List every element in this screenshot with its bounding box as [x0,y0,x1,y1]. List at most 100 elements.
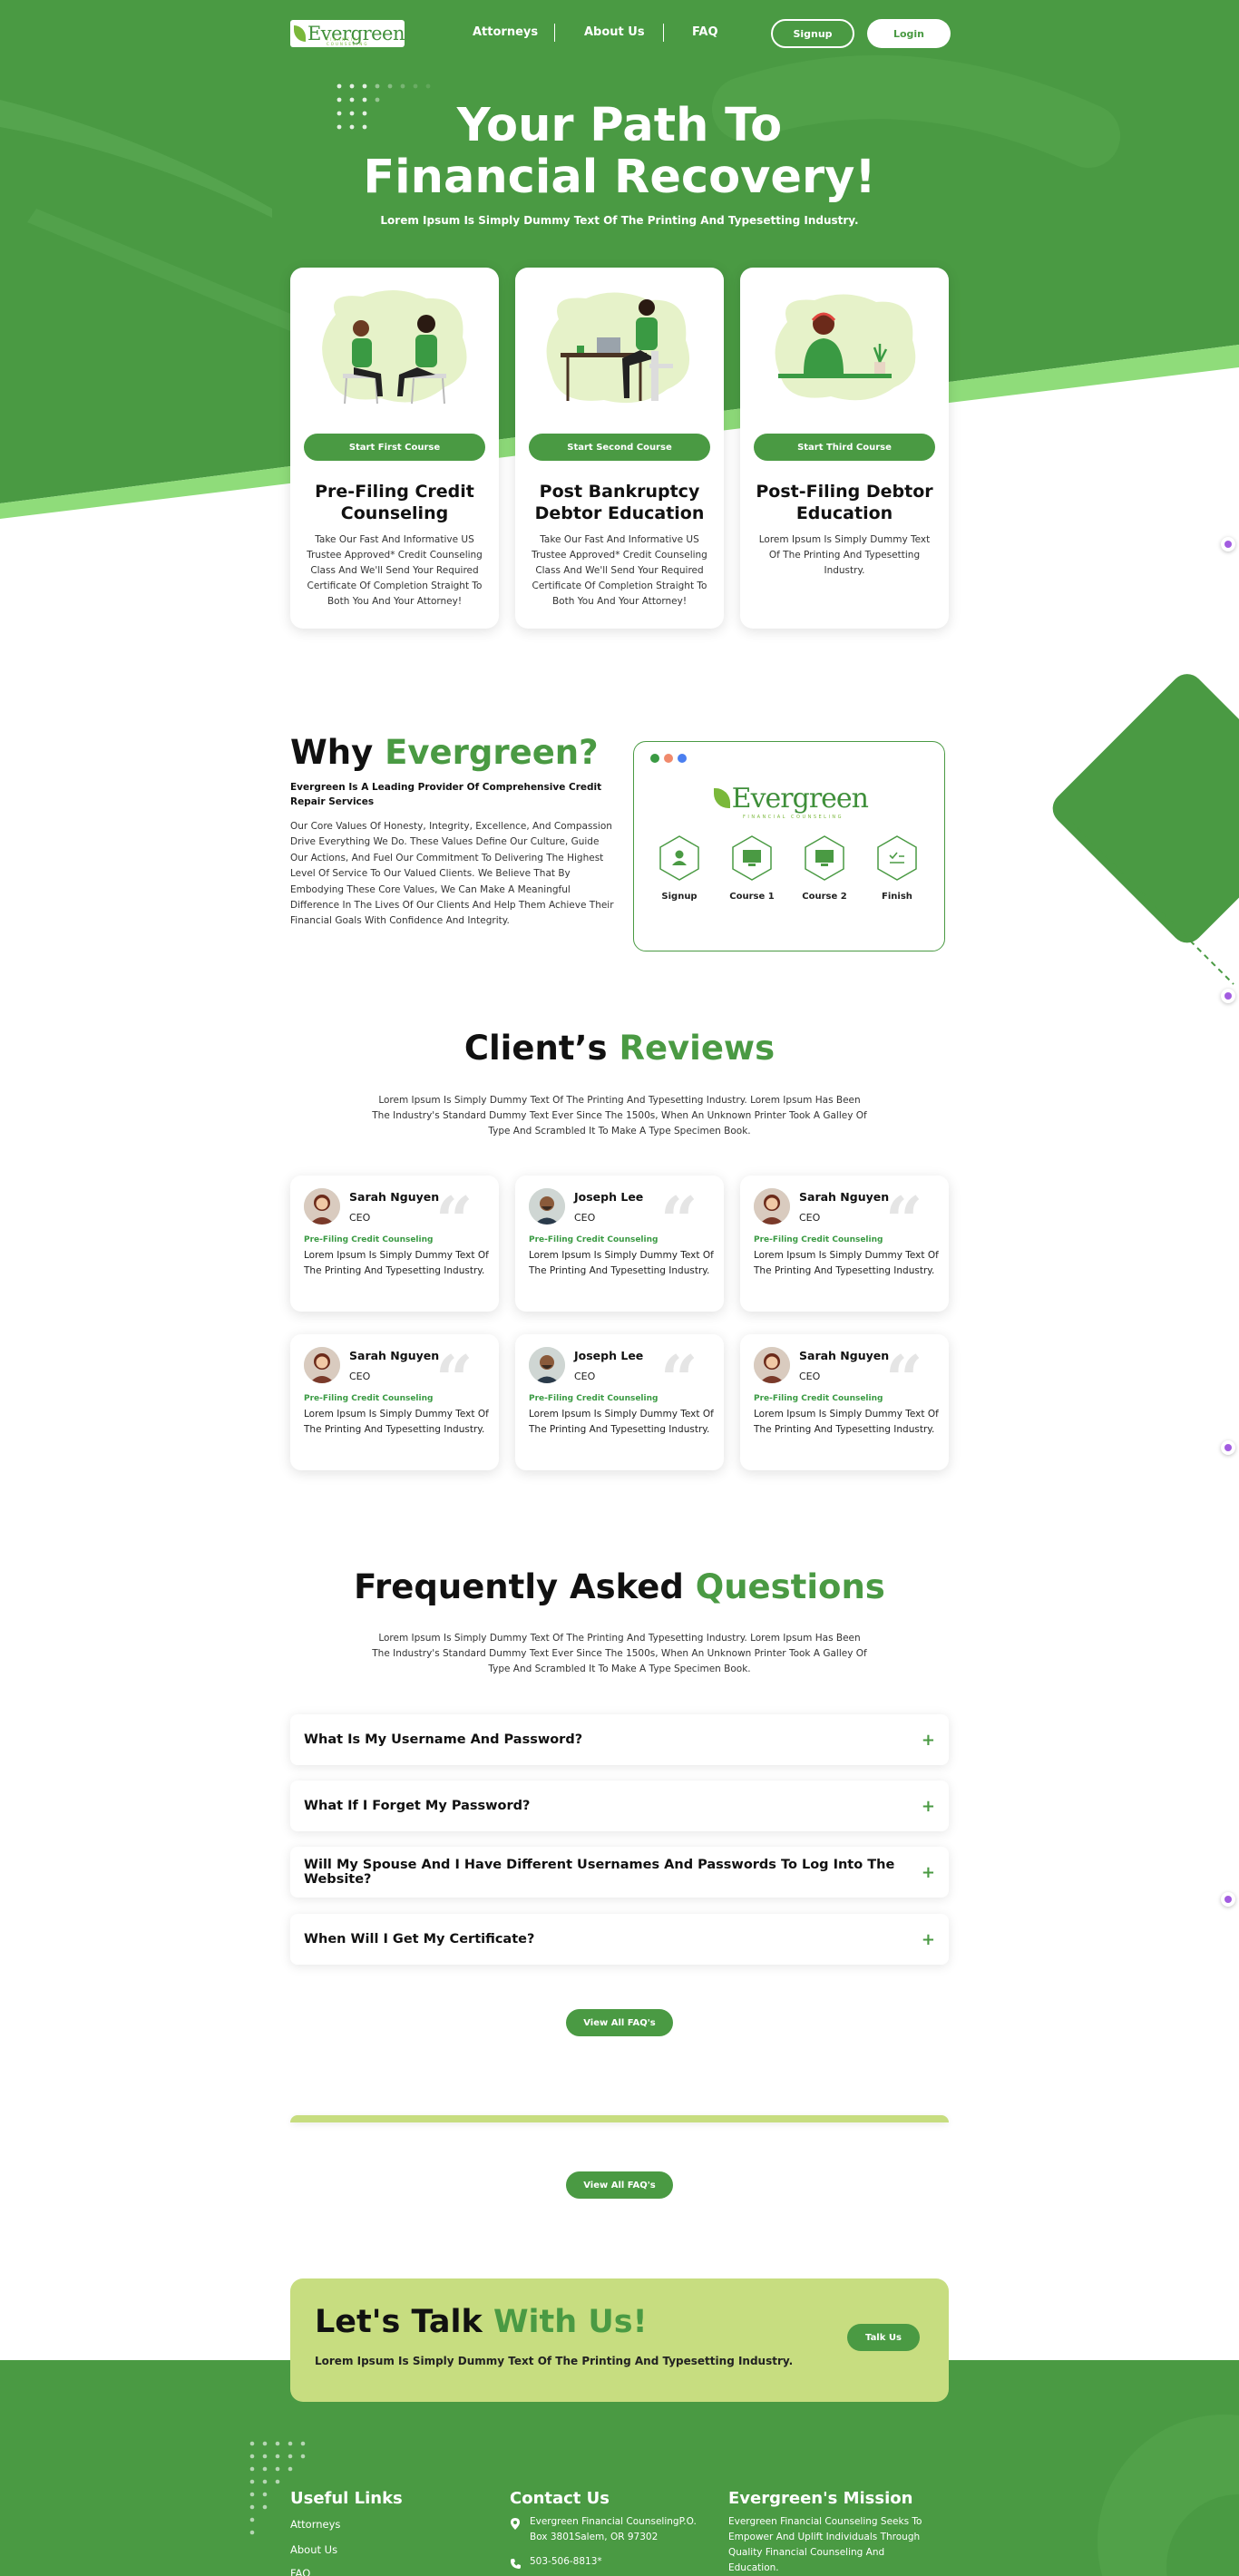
footer-link-attorneys[interactable]: Attorneys [290,2518,340,2531]
review-course-tag: Pre-Filing Credit Counseling [754,1235,883,1244]
online-learning-illustration-icon [775,294,916,401]
mission-heading: Evergreen's Mission [728,2489,913,2508]
lets-talk-title: Let's Talk With Us! [315,2304,648,2340]
faq-item[interactable]: Will My Spouse And I Have Different User… [290,1847,949,1898]
plus-icon[interactable]: + [922,1797,935,1816]
review-card: Joseph Lee CEO “ Pre-Filing Credit Couns… [515,1334,724,1470]
monitor-icon [732,835,772,881]
footer-link-about-us[interactable]: About Us [290,2543,337,2556]
quote-icon: “ [660,1341,698,1418]
quote-icon: “ [435,1182,473,1259]
faq-item[interactable]: What Is My Username And Password? + [290,1714,949,1765]
avatar [304,1347,340,1383]
avatar [529,1188,565,1225]
start-third-course-button[interactable]: Start Third Course [754,434,935,461]
review-card: Sarah Nguyen CEO “ Pre-Filing Credit Cou… [740,1334,949,1470]
leaf-icon [714,788,730,808]
checklist-icon [877,835,917,881]
faq-title: Frequently Asked Questions [354,1567,885,1606]
footer-link-faq[interactable]: FAQ [290,2567,310,2576]
floating-widget-icon[interactable] [1221,537,1235,551]
faq-question: What Is My Username And Password? [304,1732,583,1747]
review-course-tag: Pre-Filing Credit Counseling [304,1394,434,1403]
nav-divider [554,24,555,42]
useful-links-heading: Useful Links [290,2489,403,2508]
desk-work-illustration-icon [546,292,690,404]
logo-subtext: FINANCIAL COUNSELING [327,37,369,46]
avatar [304,1188,340,1225]
step-course-1: Course 1 [720,835,784,902]
plus-icon[interactable]: + [922,1863,935,1882]
review-card: Sarah Nguyen CEO “ Pre-Filing Credit Cou… [290,1334,499,1470]
review-card: Sarah Nguyen CEO “ Pre-Filing Credit Cou… [290,1176,499,1312]
faq-question: Will My Spouse And I Have Different User… [304,1858,895,1887]
quote-icon: “ [435,1341,473,1418]
leaf-icon [294,25,306,42]
view-all-faqs-button[interactable]: View All FAQ's [566,2009,673,2036]
course-card-first: Start First Course Pre-Filing Credit Cou… [290,268,499,629]
reviews-title: Client’s Reviews [463,1029,776,1068]
why-evergreen-title: Why Evergreen? [290,733,599,772]
window-dot-green [650,754,659,763]
review-text: Lorem Ipsum Is Simply Dummy Text Of The … [529,1250,714,1276]
evergreen-logo: Evergreen FINANCIAL COUNSELING [714,780,869,820]
nav-logo[interactable]: Evergreen FINANCIAL COUNSELING [290,20,405,47]
evergreen-steps-window: Evergreen FINANCIAL COUNSELING Signup Co… [633,741,945,951]
contact-phone[interactable]: 503-506-8813* [530,2554,602,2570]
collapsed-banner-strip [290,2115,949,2122]
faq-item[interactable]: What If I Forget My Password? + [290,1781,949,1831]
course-description: Take Our Fast And Informative US Trustee… [532,534,707,607]
contact-us-heading: Contact Us [510,2489,610,2508]
nav-link-faq[interactable]: FAQ [692,25,718,39]
review-course-tag: Pre-Filing Credit Counseling [529,1394,659,1403]
review-text: Lorem Ipsum Is Simply Dummy Text Of The … [754,1409,939,1435]
faq-description: Lorem Ipsum Is Simply Dummy Text Of The … [372,1633,867,1674]
faq-item[interactable]: When Will I Get My Certificate? + [290,1914,949,1965]
why-evergreen-body: Our Core Values Of Honesty, Integrity, E… [290,821,614,927]
course-title: Post-Filing Debtor Education [756,482,933,523]
course-description: Lorem Ipsum Is Simply Dummy Text Of The … [758,534,931,576]
review-course-tag: Pre-Filing Credit Counseling [529,1235,659,1244]
floating-widget-icon[interactable] [1221,1892,1235,1907]
review-text: Lorem Ipsum Is Simply Dummy Text Of The … [754,1250,939,1276]
talk-us-button[interactable]: Talk Us [847,2324,920,2351]
start-second-course-button[interactable]: Start Second Course [529,434,710,461]
nav-link-attorneys[interactable]: Attorneys [473,25,538,39]
start-first-course-button[interactable]: Start First Course [304,434,485,461]
course-card-second: Start Second Course Post Bankruptcy Debt… [515,268,724,629]
window-dot-orange [664,754,673,763]
course-description: Take Our Fast And Informative US Trustee… [307,534,483,607]
hero-title: Your Path To Financial Recovery! [363,99,876,204]
contact-address: Evergreen Financial CounselingP.O. Box 3… [530,2516,697,2542]
faq-question: When Will I Get My Certificate? [304,1932,535,1947]
decorative-diamond-shape [1052,674,1239,985]
avatar [754,1347,790,1383]
step-finish: Finish [865,835,929,902]
floating-widget-icon[interactable] [1221,989,1235,1003]
quote-icon: “ [660,1182,698,1259]
step-course-2: Course 2 [793,835,856,902]
hero-subtitle: Lorem Ipsum Is Simply Dummy Text Of The … [380,214,859,227]
review-text: Lorem Ipsum Is Simply Dummy Text Of The … [304,1250,489,1276]
plus-icon[interactable]: + [922,1930,935,1949]
why-evergreen-subtitle: Evergreen Is A Leading Provider Of Compr… [290,782,602,807]
review-course-tag: Pre-Filing Credit Counseling [304,1235,434,1244]
user-icon [659,835,699,881]
review-card: Joseph Lee CEO “ Pre-Filing Credit Couns… [515,1176,724,1312]
reviews-description: Lorem Ipsum Is Simply Dummy Text Of The … [372,1095,867,1137]
counseling-illustration-icon [322,289,467,405]
nav-link-about-us[interactable]: About Us [584,25,645,39]
login-button[interactable]: Login [867,19,951,48]
review-card: Sarah Nguyen CEO “ Pre-Filing Credit Cou… [740,1176,949,1312]
mission-text: Evergreen Financial Counseling Seeks To … [728,2516,922,2573]
signup-button[interactable]: Signup [771,19,854,48]
faq-question: What If I Forget My Password? [304,1799,531,1813]
plus-icon[interactable]: + [922,1731,935,1750]
phone-icon [511,2559,521,2569]
monitor-icon [805,835,844,881]
course-title: Post Bankruptcy Debtor Education [534,482,705,523]
floating-widget-icon[interactable] [1221,1440,1235,1455]
course-card-third: Start Third Course Post-Filing Debtor Ed… [740,268,949,629]
avatar [529,1347,565,1383]
view-all-faqs-button-secondary[interactable]: View All FAQ's [566,2171,673,2199]
